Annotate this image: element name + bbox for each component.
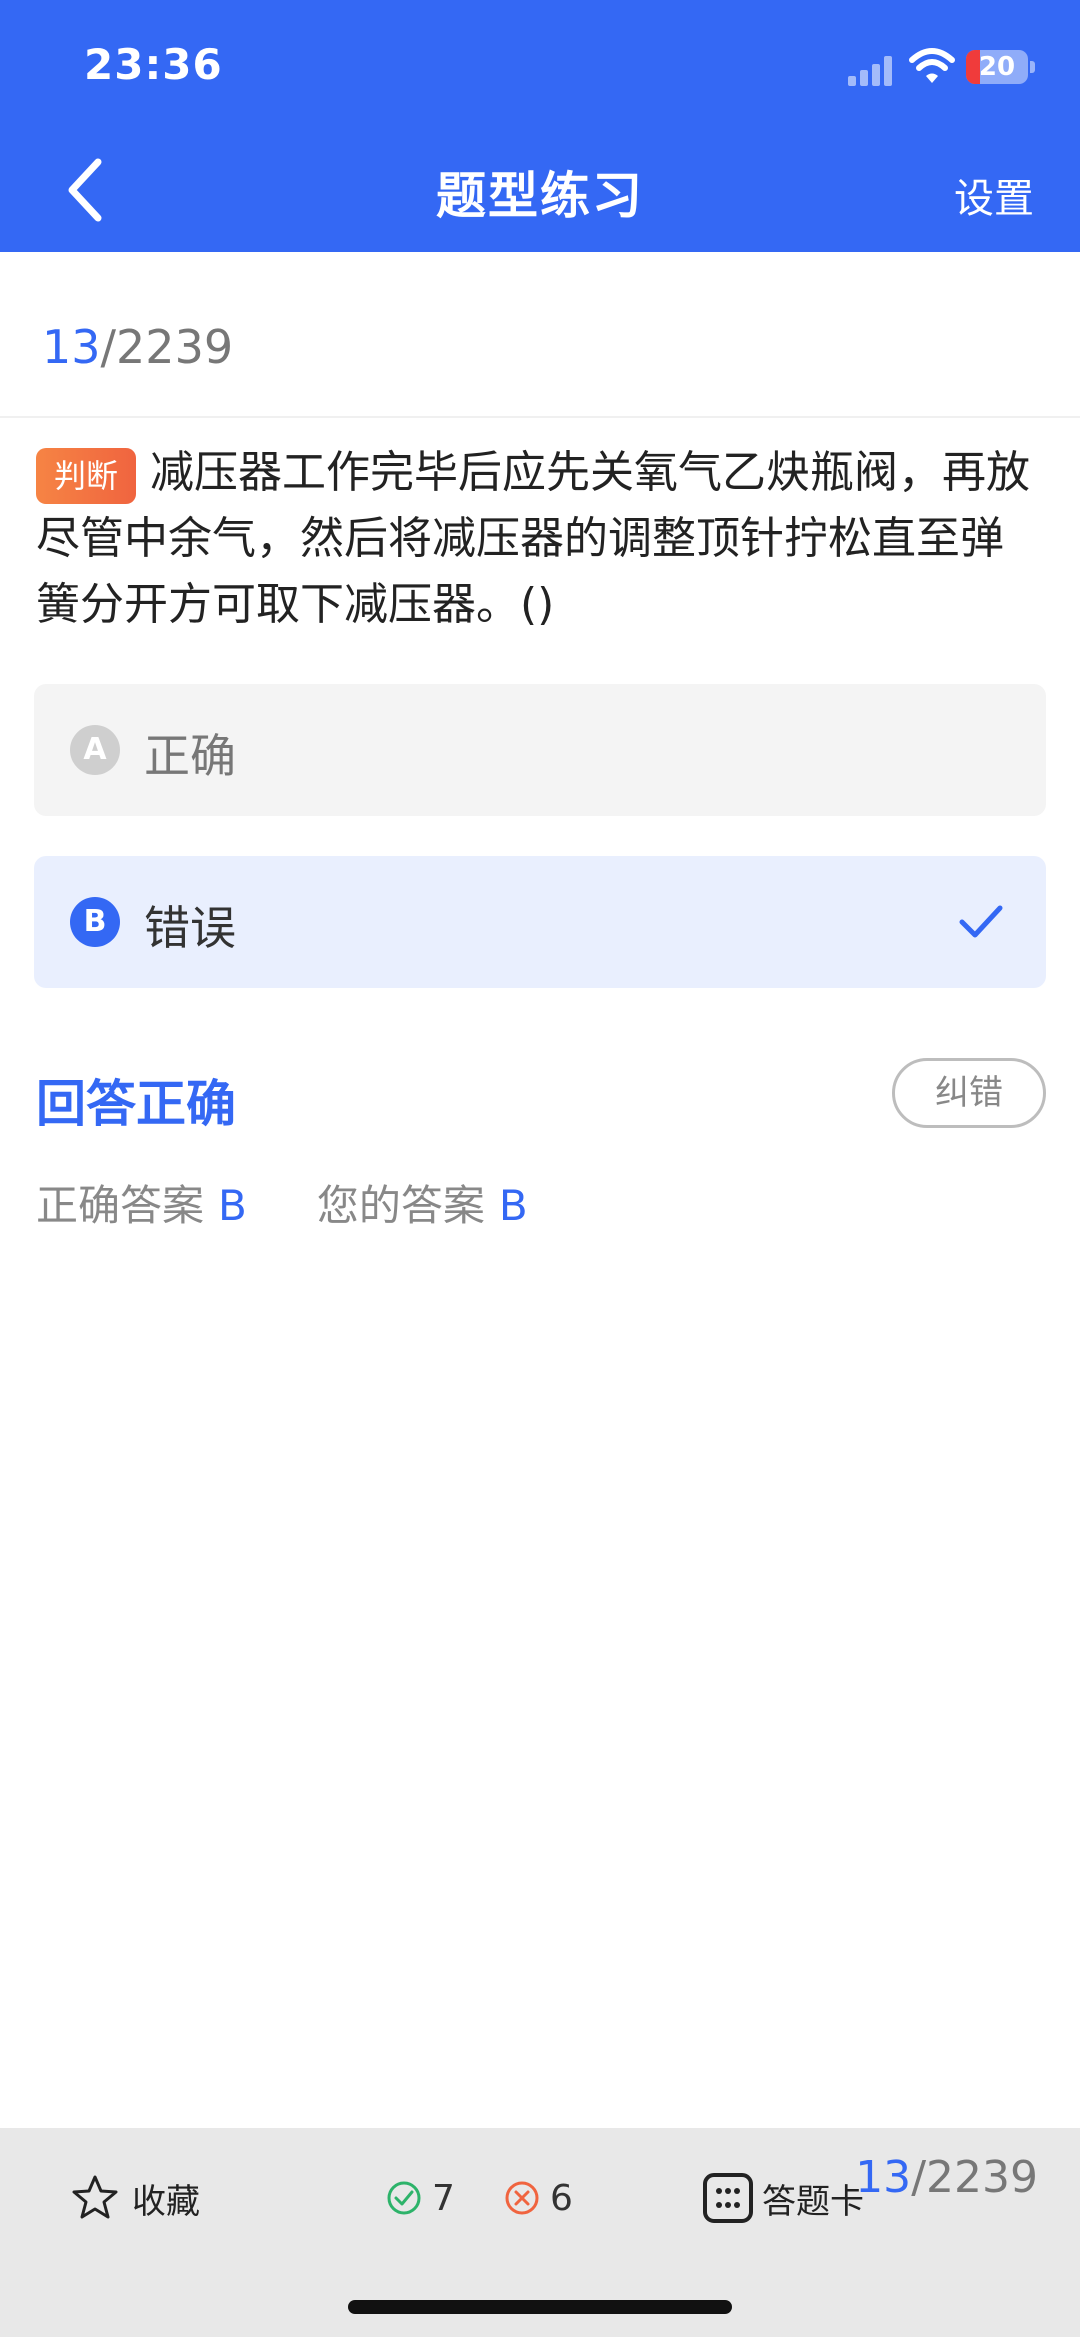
right-circle-icon <box>387 2181 421 2215</box>
option-b[interactable]: B 错误 <box>34 856 1046 988</box>
wrong-circle-icon <box>505 2181 539 2215</box>
app-header: 23:36 20 题型练习 设置 <box>0 0 1080 252</box>
option-b-letter: B <box>70 897 120 947</box>
divider <box>0 416 1080 418</box>
answer-card-label: 答题卡 <box>762 2181 864 2222</box>
result-title: 回答正确 <box>36 1075 236 1133</box>
grid-card-icon <box>703 2173 753 2223</box>
bottom-progress: 13/2239 <box>855 2152 1038 2203</box>
star-icon <box>72 2175 118 2219</box>
check-icon <box>959 905 1003 938</box>
answer-card-button[interactable]: 答题卡 <box>702 2168 864 2228</box>
option-b-text: 错误 <box>144 901 236 955</box>
report-error-button[interactable]: 纠错 <box>892 1058 1046 1128</box>
wifi-icon <box>909 48 955 83</box>
option-a-text: 正确 <box>144 729 236 783</box>
answer-summary: 正确答案 B 您的答案 B <box>36 1172 598 1233</box>
right-count-value: 7 <box>432 2177 455 2219</box>
status-time: 23:36 <box>84 40 223 89</box>
right-count: 7 <box>386 2168 455 2228</box>
settings-button[interactable]: 设置 <box>954 166 1034 224</box>
progress-total: /2239 <box>100 320 234 374</box>
progress-current: 13 <box>42 320 101 374</box>
favorite-label: 收藏 <box>132 2181 200 2222</box>
correct-answer-value: B <box>218 1181 247 1230</box>
option-a-letter: A <box>70 725 120 775</box>
battery-level: 20 <box>978 52 1016 82</box>
correct-answer-label: 正确答案 <box>36 1181 205 1230</box>
question-progress: 13/2239 <box>42 320 233 374</box>
your-answer-label: 您的答案 <box>316 1181 485 1230</box>
option-a[interactable]: A 正确 <box>34 684 1046 816</box>
page-title: 题型练习 <box>436 167 644 225</box>
question-text: 减压器工作完毕后应先关氧气乙炔瓶阀，再放尽管中余气，然后将减压器的调整顶针拧松直… <box>36 447 1031 630</box>
battery-icon: 20 <box>966 50 1028 84</box>
home-indicator <box>348 2300 732 2314</box>
favorite-button[interactable]: 收藏 <box>70 2168 200 2228</box>
bottom-progress-total: /2239 <box>911 2152 1038 2203</box>
question-type-tag: 判断 <box>36 448 137 504</box>
signal-icon <box>848 54 896 86</box>
bottom-progress-current: 13 <box>855 2152 912 2203</box>
question-text-block: 判断 减压器工作完毕后应先关氧气乙炔瓶阀，再放尽管中余气，然后将减压器的调整顶针拧… <box>36 440 1046 638</box>
your-answer-value: B <box>498 1181 528 1230</box>
wrong-count-value: 6 <box>550 2177 573 2219</box>
wrong-count: 6 <box>504 2168 573 2228</box>
